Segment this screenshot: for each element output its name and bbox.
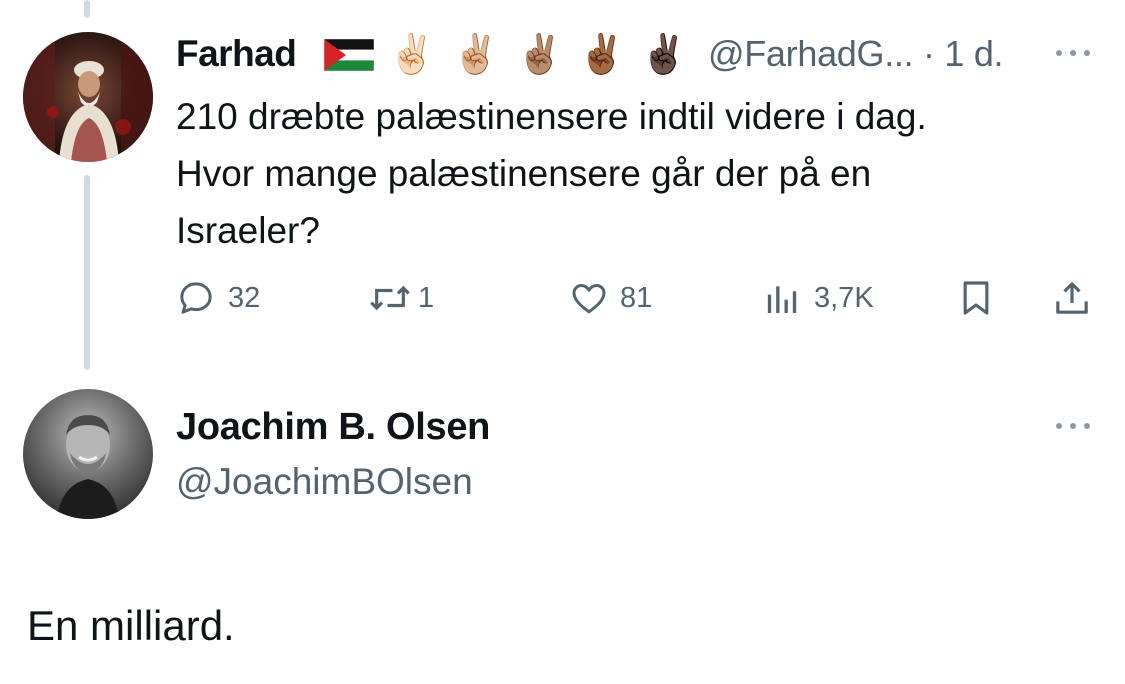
thread-line [84,175,90,370]
more-options-icon[interactable] [1056,420,1096,432]
retweet-count: 1 [418,281,435,314]
reply-icon [180,282,212,314]
victory-hand-emoji: ✌🏻 [388,34,436,76]
victory-hand-emoji: ✌🏼 [452,34,500,76]
like-count: 81 [620,281,653,314]
author-handle-time[interactable]: @FarhadG... · 1 d. [708,30,1004,78]
reply-count: 32 [228,281,261,314]
thread-line-top [84,0,90,18]
reply-button[interactable]: 32 [176,276,260,320]
views-button[interactable]: 3,7K [762,276,874,320]
tweet-text-line: Israeler? [176,210,320,251]
reply-author-name[interactable]: Joachim B. Olsen [176,403,490,451]
bookmark-icon [963,281,989,315]
like-button[interactable]: 81 [568,276,652,320]
heart-icon [572,284,606,314]
retweet-button[interactable]: 1 [368,276,434,320]
views-count: 3,7K [814,281,874,314]
more-options-icon[interactable] [1056,47,1096,59]
victory-hand-emoji: ✌🏽 [516,34,564,76]
palestine-flag-icon [323,38,375,72]
farhad-avatar[interactable] [23,32,153,162]
bookmark-button[interactable] [956,276,996,320]
reply-text: En milliard. [27,602,235,649]
tweet-text-line: 210 dræbte palæstinensere indtil videre … [176,96,927,137]
joachim-avatar[interactable] [23,389,153,519]
share-button[interactable] [1052,276,1092,320]
victory-hand-emoji: ✌🏿 [640,34,688,76]
reply-author-handle[interactable]: @JoachimBOlsen [176,458,473,506]
views-chart-icon [767,286,797,313]
tweet-text-line: Hvor mange palæstinensere går der på en [176,153,872,194]
victory-hand-emoji: ✌🏾 [578,34,626,76]
author-name[interactable]: Farhad [176,30,297,78]
share-icon [1056,282,1088,314]
retweet-icon [370,285,410,311]
tweet-text: 210 dræbte palæstinensere indtil videre … [176,88,1086,259]
